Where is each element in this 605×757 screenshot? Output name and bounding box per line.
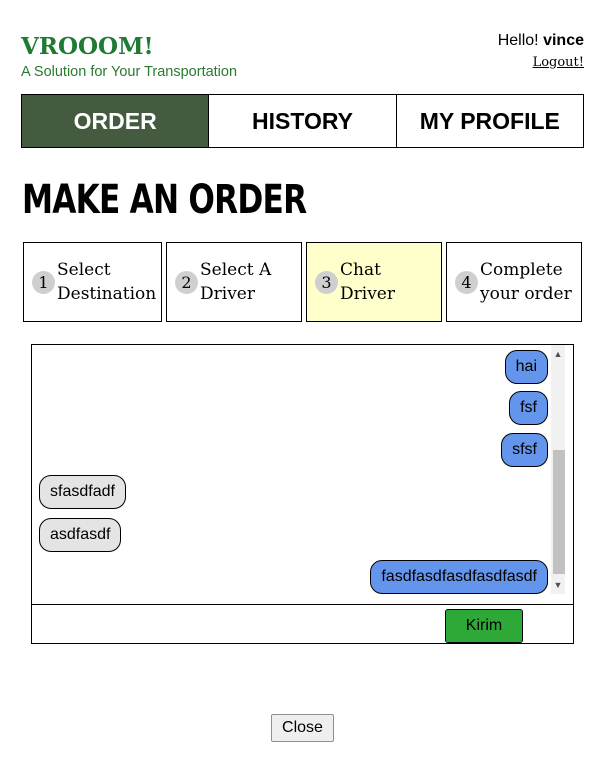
step-select-destination[interactable]: 1 Select Destination	[23, 242, 162, 322]
user-box: Hello! vince Logout!	[498, 32, 584, 71]
close-button[interactable]: Close	[271, 714, 334, 742]
chat-message-sent: hai	[504, 350, 548, 384]
scroll-down-arrow-icon[interactable]: ▼	[551, 578, 565, 592]
chat-message-received: sfasdfadf	[39, 475, 126, 509]
main-nav: ORDER HISTORY MY PROFILE	[21, 94, 584, 148]
chat-message-sent: sfsf	[501, 433, 548, 467]
chat-panel: hai fsf sfsf sfasdfadf asdfasdf fasdfasd…	[31, 344, 574, 644]
nav-tab-order[interactable]: ORDER	[21, 94, 210, 148]
step-chat-driver[interactable]: 3 Chat Driver	[306, 242, 442, 322]
send-button[interactable]: Kirim	[445, 609, 523, 643]
brand-tagline: A Solution for Your Transportation	[21, 64, 238, 80]
order-steps: 1 Select Destination 2 Select A Driver 3…	[23, 242, 582, 322]
step-number: 4	[455, 270, 478, 294]
brand-title: VROOOM!	[21, 33, 154, 60]
logout-link[interactable]: Logout!	[533, 55, 584, 70]
chat-message-sent: fasdfasdfasdfasdfasdf	[370, 560, 548, 594]
step-label: Chat Driver	[340, 260, 395, 304]
page-title: MAKE AN ORDER	[22, 177, 307, 223]
scroll-up-arrow-icon[interactable]: ▲	[551, 347, 565, 361]
step-select-driver[interactable]: 2 Select A Driver	[166, 242, 302, 322]
user-name: vince	[543, 32, 584, 49]
step-label: Select A Driver	[200, 260, 272, 304]
step-number: 3	[315, 270, 338, 294]
step-complete-order[interactable]: 4 Complete your order	[446, 242, 582, 322]
nav-tab-my-profile[interactable]: MY PROFILE	[396, 94, 584, 148]
step-number: 1	[32, 270, 55, 294]
brand: VROOOM! A Solution for Your Transportati…	[21, 33, 238, 81]
step-label: Complete your order	[480, 260, 572, 304]
chat-message-received: asdfasdf	[39, 518, 122, 552]
greeting: Hello! vince	[498, 32, 584, 50]
greeting-text: Hello!	[497, 32, 539, 49]
step-number: 2	[175, 270, 198, 294]
nav-tab-history[interactable]: HISTORY	[209, 94, 397, 148]
scroll-thumb[interactable]	[553, 450, 565, 574]
chat-log[interactable]: hai fsf sfsf sfasdfadf asdfasdf fasdfasd…	[32, 345, 573, 605]
step-label: Select Destination	[57, 260, 157, 304]
chat-message-sent: fsf	[509, 391, 548, 425]
chat-message-input[interactable]	[32, 606, 442, 643]
chat-scrollbar[interactable]: ▲ ▼	[551, 345, 565, 594]
